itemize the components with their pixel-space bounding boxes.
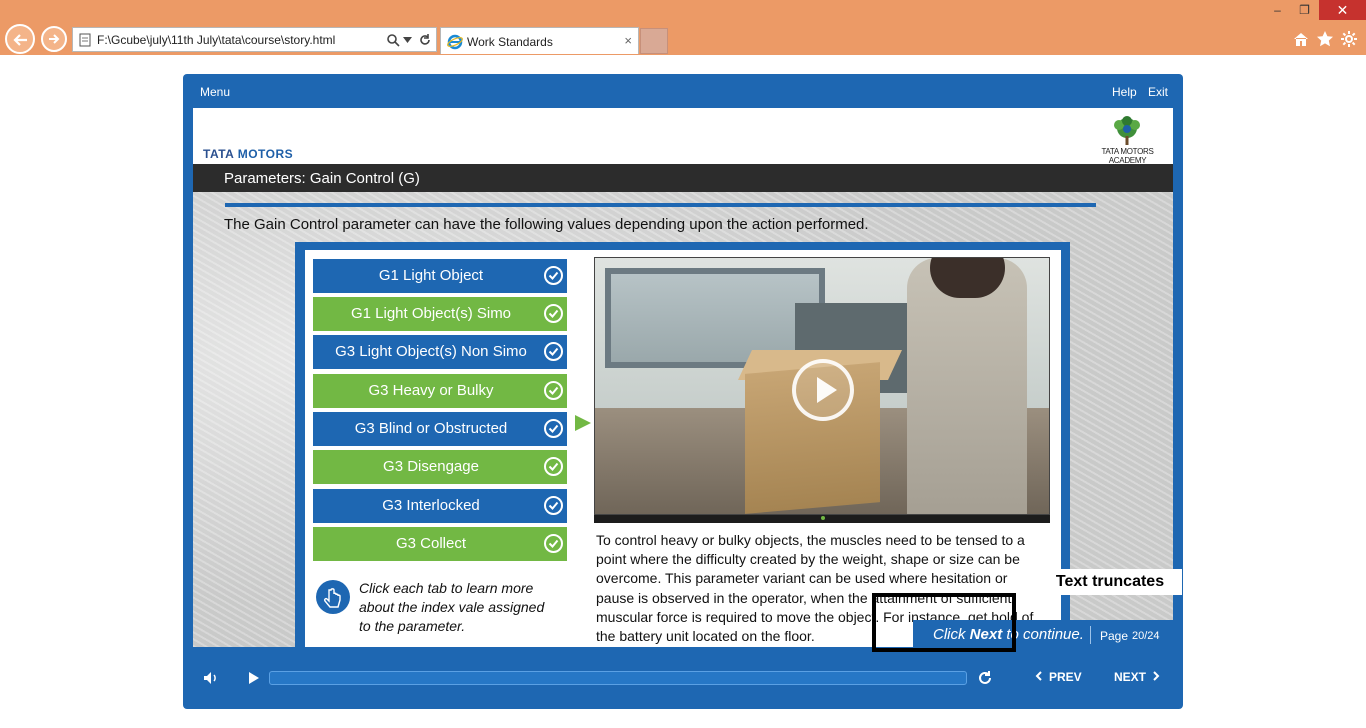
browser-toolbar: F:\Gcube\july\11th July\tata\course\stor… [0, 0, 1366, 55]
tab-g3-collect[interactable]: G3 Collect [313, 527, 567, 561]
slide-area: TATA MOTORS TATA MOTORS ACADEMY Paramete… [193, 108, 1173, 647]
close-window-icon[interactable]: ✕ [1319, 0, 1366, 20]
tata-motors-logo: TATA MOTORS [203, 147, 294, 161]
check-circle-icon [544, 381, 563, 400]
chevron-left-icon [1035, 671, 1042, 681]
volume-icon[interactable] [202, 669, 220, 687]
intro-text: The Gain Control parameter can have the … [224, 216, 869, 233]
back-arrow-icon [13, 34, 27, 46]
check-circle-icon [544, 304, 563, 323]
slide-title-bar: Parameters: Gain Control (G) [193, 164, 1173, 192]
ie-icon [447, 34, 463, 50]
title-divider [225, 203, 1096, 207]
search-icon[interactable] [386, 33, 400, 47]
check-circle-icon [544, 496, 563, 515]
check-circle-icon [544, 457, 563, 476]
replay-icon[interactable] [976, 669, 994, 687]
tab-g3-heavy-or-bulky[interactable]: G3 Heavy or Bulky [313, 374, 567, 408]
dropdown-icon[interactable] [403, 37, 412, 43]
home-icon[interactable] [1292, 30, 1310, 48]
check-circle-icon [544, 342, 563, 361]
tab-g1-light-object[interactable]: G1 Light Object [313, 259, 567, 293]
page-number: 20/24 [1132, 630, 1160, 642]
check-circle-icon [544, 266, 563, 285]
next-button[interactable]: NEXT [1114, 670, 1160, 684]
selected-tab-arrow-icon [575, 415, 591, 431]
play-icon[interactable] [244, 669, 262, 687]
refresh-icon[interactable] [418, 33, 432, 47]
seek-bar[interactable] [269, 671, 967, 685]
chevron-right-icon [1153, 671, 1160, 681]
video-play-button[interactable] [792, 359, 854, 421]
player-controls: PREV NEXT [183, 655, 1183, 709]
play-icon [817, 377, 837, 403]
forward-arrow-icon [49, 34, 60, 44]
academy-tree-icon [1114, 116, 1140, 145]
hand-pointer-icon [316, 580, 350, 614]
forward-button[interactable] [41, 26, 67, 52]
page-icon [79, 33, 91, 47]
academy-text: TATA MOTORS ACADEMY [1101, 147, 1154, 165]
tab-close-icon[interactable]: × [624, 33, 632, 48]
menu-link[interactable]: Menu [200, 85, 230, 99]
new-tab-button[interactable] [640, 28, 668, 54]
course-player: Menu Help Exit TATA MOTORS TATA MOTORS A… [183, 74, 1183, 709]
back-button[interactable] [5, 24, 35, 54]
address-bar[interactable]: F:\Gcube\july\11th July\tata\course\stor… [72, 27, 437, 52]
tab-g1-light-objects-simo[interactable]: G1 Light Object(s) Simo [313, 297, 567, 331]
tab-g3-blind-or-obstructed[interactable]: G3 Blind or Obstructed [313, 412, 567, 446]
exit-link[interactable]: Exit [1148, 85, 1168, 99]
hint-text: Click each tab to learn more about the i… [359, 580, 545, 634]
page-separator [1090, 626, 1091, 644]
annotation-label: Text truncates [1038, 569, 1182, 595]
tata-motors-academy-logo: TATA MOTORS ACADEMY [1090, 116, 1165, 165]
restore-icon[interactable]: ❐ [1292, 0, 1317, 20]
help-link[interactable]: Help [1112, 85, 1137, 99]
check-circle-icon [544, 419, 563, 438]
tab-title: Work Standards [467, 35, 553, 49]
tab-g3-light-objects-non-simo[interactable]: G3 Light Object(s) Non Simo [313, 335, 567, 369]
check-circle-icon [544, 534, 563, 553]
page-label: Page [1100, 629, 1129, 643]
tab-g3-disengage[interactable]: G3 Disengage [313, 450, 567, 484]
address-text: F:\Gcube\july\11th July\tata\course\stor… [97, 33, 336, 47]
browser-tab[interactable]: Work Standards × [440, 27, 639, 54]
video-player[interactable] [594, 257, 1050, 515]
minimize-icon[interactable]: – [1265, 0, 1290, 20]
slide-title: Parameters: Gain Control (G) [224, 170, 420, 187]
slide-header: TATA MOTORS TATA MOTORS ACADEMY [193, 108, 1173, 165]
settings-gear-icon[interactable] [1340, 30, 1358, 48]
prev-button[interactable]: PREV [1035, 670, 1082, 684]
video-indicator-dot [821, 516, 825, 520]
annotation-highlight-box [872, 593, 1016, 652]
favorites-star-icon[interactable] [1316, 30, 1334, 48]
tab-g3-interlocked[interactable]: G3 Interlocked [313, 489, 567, 523]
